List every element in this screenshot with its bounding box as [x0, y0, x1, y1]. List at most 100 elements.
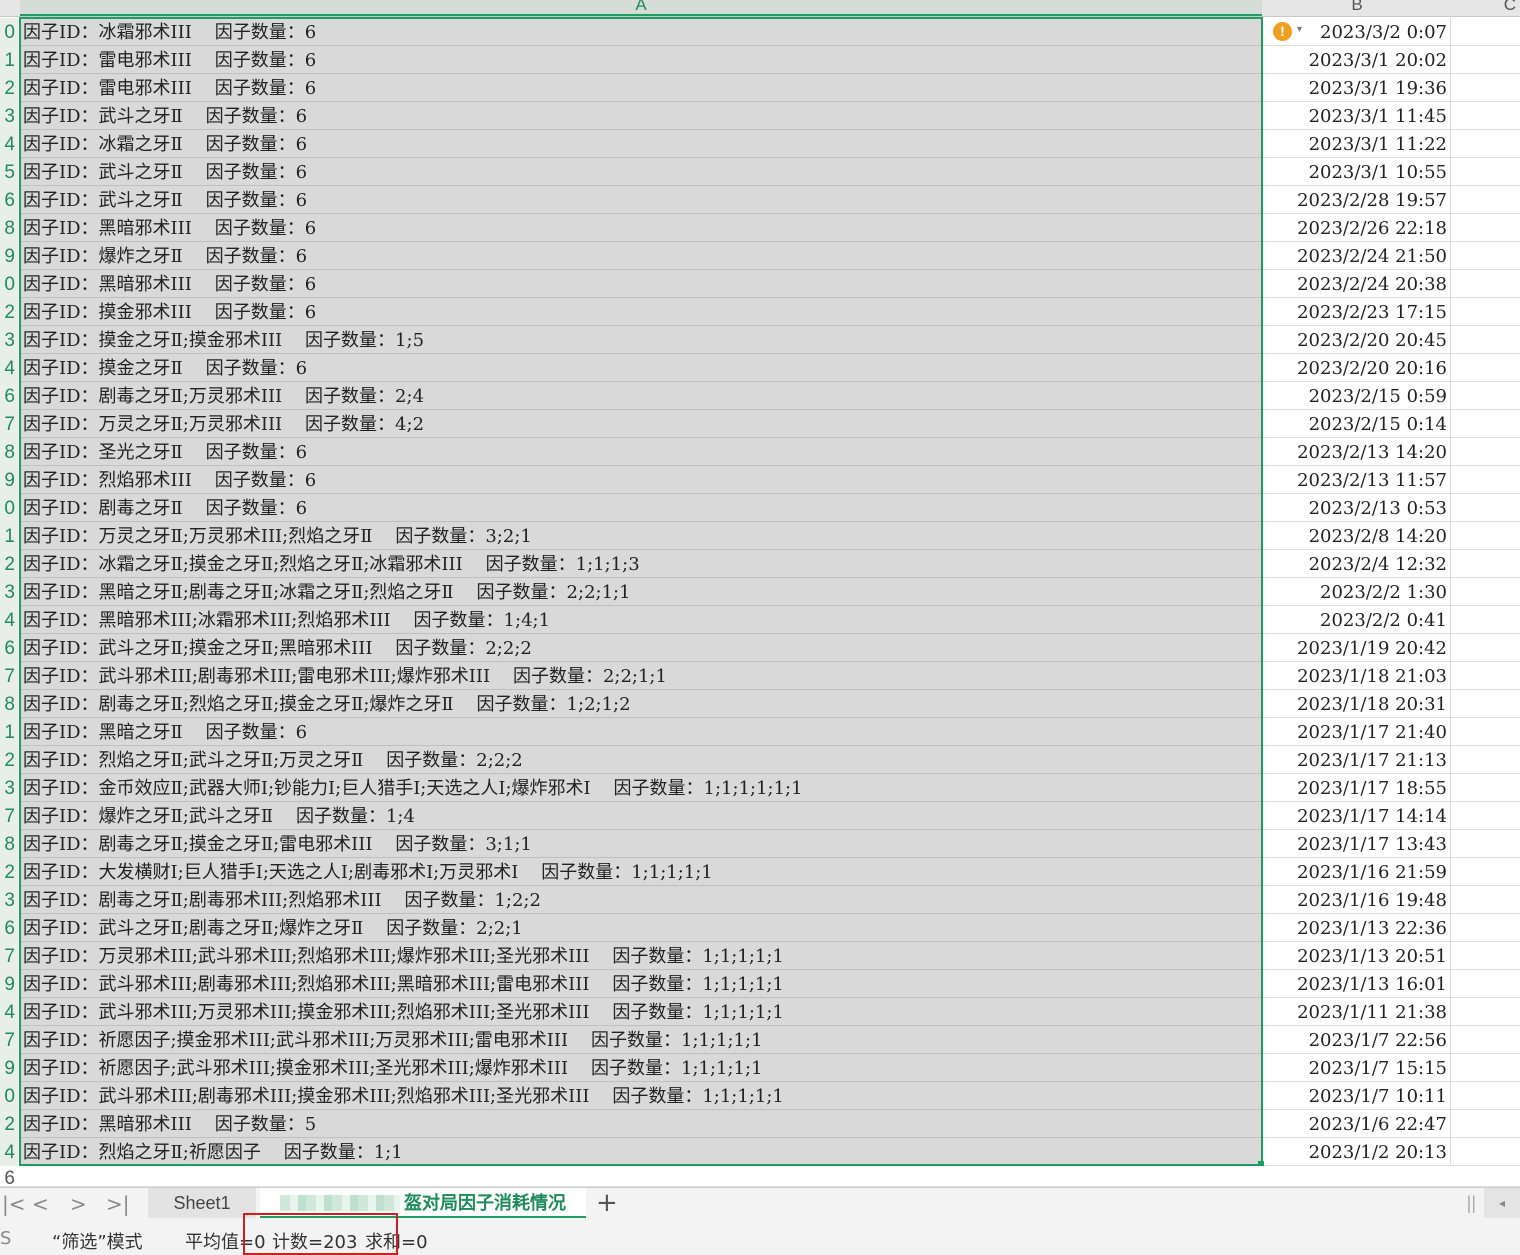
- row-number[interactable]: 2: [0, 298, 18, 326]
- cell-c[interactable]: [1451, 1026, 1520, 1054]
- cell-a[interactable]: 因子ID：武斗邪术III;剧毒邪术III;烈焰邪术III;黑暗邪术III;雷电邪…: [20, 970, 1262, 998]
- row-number[interactable]: 7: [0, 662, 18, 690]
- cell-c[interactable]: [1451, 970, 1520, 998]
- cell-a[interactable]: 因子ID：摸金之牙Ⅱ;摸金邪术III 因子数量：1;5: [20, 326, 1262, 354]
- cell-c[interactable]: [1451, 830, 1520, 858]
- row-number[interactable]: 1: [0, 522, 18, 550]
- row-number[interactable]: 0: [0, 270, 18, 298]
- cell-b[interactable]: 2023/1/18 21:03: [1262, 662, 1451, 690]
- row-number[interactable]: 3: [0, 886, 18, 914]
- cell-a[interactable]: 因子ID：黑暗邪术III;冰霜邪术III;烈焰邪术III 因子数量：1;4;1: [20, 606, 1262, 634]
- cell-b[interactable]: 2023/1/17 14:14: [1262, 802, 1451, 830]
- cell-c[interactable]: [1451, 886, 1520, 914]
- warning-icon[interactable]: !: [1273, 22, 1292, 41]
- row-number[interactable]: 3: [0, 102, 18, 130]
- cell-c[interactable]: [1451, 606, 1520, 634]
- first-sheet-icon[interactable]: |<: [2, 1192, 26, 1216]
- cell-a[interactable]: 因子ID：摸金邪术III 因子数量：6: [20, 298, 1262, 326]
- row-number[interactable]: 8: [0, 830, 18, 858]
- cell-b[interactable]: 2023/2/8 14:20: [1262, 522, 1451, 550]
- cell-a[interactable]: 因子ID：烈焰之牙Ⅱ;祈愿因子 因子数量：1;1: [20, 1138, 1262, 1166]
- cell-c[interactable]: [1451, 186, 1520, 214]
- cell-a[interactable]: 因子ID：黑暗之牙Ⅱ 因子数量：6: [20, 718, 1262, 746]
- cell-a[interactable]: 因子ID：摸金之牙Ⅱ 因子数量：6: [20, 354, 1262, 382]
- cell-a[interactable]: 因子ID：大发横财Ⅰ;巨人猎手Ⅰ;天选之人Ⅰ;剧毒邪术Ⅰ;万灵邪术Ⅰ 因子数量：…: [20, 858, 1262, 886]
- row-number[interactable]: 6: [0, 634, 18, 662]
- cell-c[interactable]: [1451, 270, 1520, 298]
- last-sheet-icon[interactable]: >|: [106, 1192, 130, 1216]
- cell-b[interactable]: 2023/2/13 11:57: [1262, 466, 1451, 494]
- column-header-c[interactable]: C: [1452, 0, 1520, 16]
- row-number[interactable]: 1: [0, 46, 18, 74]
- scroll-splitter-icon[interactable]: ||: [1467, 1193, 1476, 1214]
- cell-c[interactable]: [1451, 102, 1520, 130]
- row-number[interactable]: 0: [0, 18, 18, 46]
- warning-dropdown-caret-icon[interactable]: ▾: [1297, 24, 1302, 35]
- cell-a[interactable]: 因子ID：冰霜之牙Ⅱ 因子数量：6: [20, 130, 1262, 158]
- cell-a[interactable]: 因子ID：冰霜之牙Ⅱ;摸金之牙Ⅱ;烈焰之牙Ⅱ;冰霜邪术III 因子数量：1;1;…: [20, 550, 1262, 578]
- cell-a[interactable]: 因子ID：烈焰之牙Ⅱ;武斗之牙Ⅱ;万灵之牙Ⅱ 因子数量：2;2;2: [20, 746, 1262, 774]
- cell-a[interactable]: 因子ID：武斗之牙Ⅱ;剧毒之牙Ⅱ;爆炸之牙Ⅱ 因子数量：2;2;1: [20, 914, 1262, 942]
- cell-a[interactable]: 因子ID：圣光之牙Ⅱ 因子数量：6: [20, 438, 1262, 466]
- cell-a[interactable]: 因子ID：爆炸之牙Ⅱ;武斗之牙Ⅱ 因子数量：1;4: [20, 802, 1262, 830]
- cell-c[interactable]: [1451, 690, 1520, 718]
- cell-c[interactable]: [1451, 494, 1520, 522]
- row-number[interactable]: 4: [0, 130, 18, 158]
- cell-a[interactable]: 因子ID：万灵邪术III;武斗邪术III;烈焰邪术III;爆炸邪术III;圣光邪…: [20, 942, 1262, 970]
- cell-b[interactable]: 2023/2/24 21:50: [1262, 242, 1451, 270]
- cell-c[interactable]: [1451, 718, 1520, 746]
- cell-a[interactable]: 因子ID：剧毒之牙Ⅱ;烈焰之牙Ⅱ;摸金之牙Ⅱ;爆炸之牙Ⅱ 因子数量：1;2;1;…: [20, 690, 1262, 718]
- cell-b[interactable]: 2023/1/16 21:59: [1262, 858, 1451, 886]
- cell-a[interactable]: 因子ID：武斗之牙Ⅱ 因子数量：6: [20, 186, 1262, 214]
- cell-c[interactable]: [1451, 662, 1520, 690]
- cell-b[interactable]: 2023/3/1 10:55: [1262, 158, 1451, 186]
- cell-a[interactable]: 因子ID：武斗邪术III;万灵邪术III;摸金邪术III;烈焰邪术III;圣光邪…: [20, 998, 1262, 1026]
- cell-a[interactable]: 因子ID：祈愿因子;武斗邪术III;摸金邪术III;圣光邪术III;爆炸邪术II…: [20, 1054, 1262, 1082]
- row-number[interactable]: 7: [0, 1026, 18, 1054]
- next-sheet-icon[interactable]: >: [70, 1192, 87, 1216]
- add-sheet-button[interactable]: +: [596, 1189, 618, 1217]
- cell-c[interactable]: [1451, 466, 1520, 494]
- cell-c[interactable]: [1451, 438, 1520, 466]
- row-number[interactable]: 9: [0, 466, 18, 494]
- cell-b[interactable]: 2023/1/11 21:38: [1262, 998, 1451, 1026]
- row-number[interactable]: 3: [0, 578, 18, 606]
- column-header-a[interactable]: A: [20, 0, 1262, 16]
- cell-b[interactable]: 2023/1/13 22:36: [1262, 914, 1451, 942]
- row-number[interactable]: 4: [0, 354, 18, 382]
- row-number[interactable]: 7: [0, 802, 18, 830]
- cell-b[interactable]: 2023/1/16 19:48: [1262, 886, 1451, 914]
- cell-b[interactable]: 2023/1/19 20:42: [1262, 634, 1451, 662]
- row-number[interactable]: 4: [0, 1138, 18, 1166]
- cell-b[interactable]: 2023/2/13 14:20: [1262, 438, 1451, 466]
- row-number[interactable]: 2: [0, 74, 18, 102]
- cell-a[interactable]: 因子ID：烈焰邪术III 因子数量：6: [20, 466, 1262, 494]
- row-number[interactable]: 8: [0, 214, 18, 242]
- row-number[interactable]: 2: [0, 746, 18, 774]
- cell-b[interactable]: 2023/2/13 0:53: [1262, 494, 1451, 522]
- cell-a[interactable]: 因子ID：黑暗邪术III 因子数量：6: [20, 214, 1262, 242]
- cell-a[interactable]: 因子ID：黑暗邪术III 因子数量：6: [20, 270, 1262, 298]
- cell-c[interactable]: [1451, 634, 1520, 662]
- cell-b[interactable]: 2023/3/1 20:02: [1262, 46, 1451, 74]
- cell-c[interactable]: [1451, 158, 1520, 186]
- cell-c[interactable]: [1451, 46, 1520, 74]
- row-number[interactable]: 6: [0, 914, 18, 942]
- cell-b[interactable]: 2023/1/17 13:43: [1262, 830, 1451, 858]
- cell-c[interactable]: [1451, 74, 1520, 102]
- row-number[interactable]: 3: [0, 774, 18, 802]
- row-number[interactable]: 2: [0, 858, 18, 886]
- row-number[interactable]: 4: [0, 606, 18, 634]
- cell-b[interactable]: 2023/2/20 20:16: [1262, 354, 1451, 382]
- row-number[interactable]: 6: [0, 186, 18, 214]
- cell-b[interactable]: 2023/2/15 0:59: [1262, 382, 1451, 410]
- cell-c[interactable]: [1451, 214, 1520, 242]
- row-number[interactable]: 8: [0, 690, 18, 718]
- cell-c[interactable]: [1451, 914, 1520, 942]
- cell-a[interactable]: 因子ID：黑暗之牙Ⅱ;剧毒之牙Ⅱ;冰霜之牙Ⅱ;烈焰之牙Ⅱ 因子数量：2;2;1;…: [20, 578, 1262, 606]
- cell-c[interactable]: [1451, 550, 1520, 578]
- row-number[interactable]: 1: [0, 718, 18, 746]
- cell-b[interactable]: 2023/2/24 20:38: [1262, 270, 1451, 298]
- tab-sheet1[interactable]: Sheet1: [148, 1188, 256, 1218]
- cell-c[interactable]: [1451, 382, 1520, 410]
